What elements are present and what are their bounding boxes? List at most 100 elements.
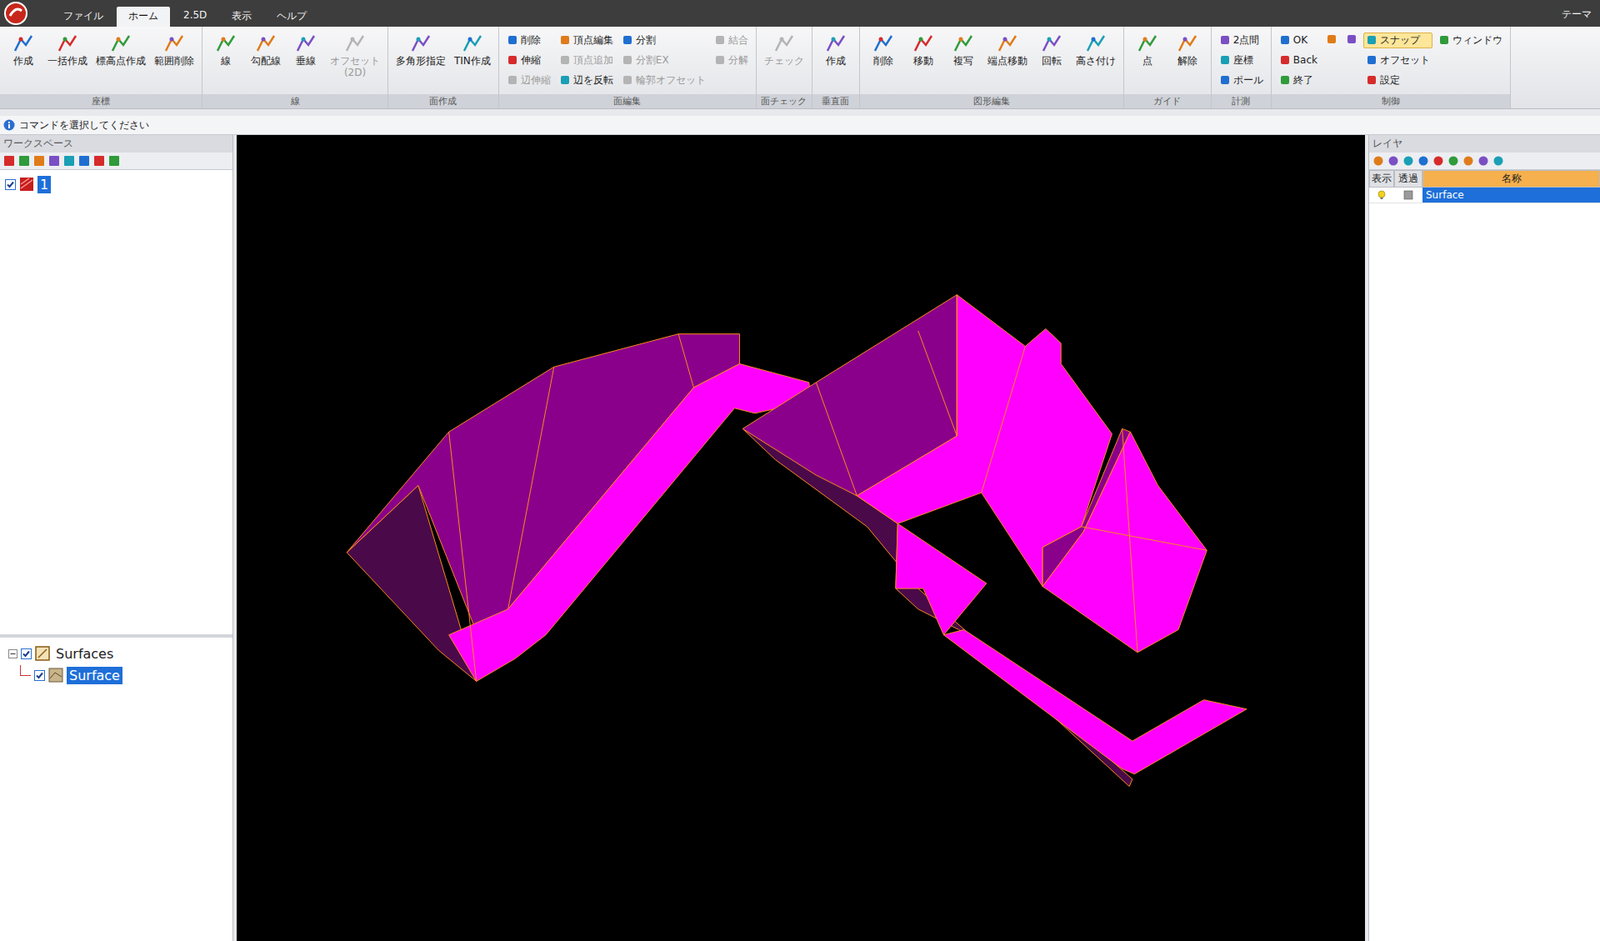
tool-icon	[912, 32, 935, 55]
ribbon-tool[interactable]: 削除	[865, 30, 902, 69]
ribbon-tool[interactable]: 一括作成	[45, 30, 90, 69]
ribbon-tool[interactable]: 設定	[1363, 72, 1433, 89]
toolbar-icon[interactable]	[108, 155, 120, 167]
ribbon-tool[interactable]	[1323, 32, 1340, 46]
tool-icon	[1325, 33, 1338, 45]
ribbon-tool[interactable]: チェック	[761, 30, 807, 69]
ribbon-tool[interactable]: ポール	[1216, 72, 1266, 89]
workspace-panel: ワークスペース1SurfacesSurface	[0, 135, 234, 941]
ribbon-tool[interactable]: 作成	[817, 30, 855, 69]
ribbon-tool[interactable]: 辺を反転	[556, 72, 616, 89]
ribbon-tool[interactable]: 辺伸縮	[504, 72, 554, 89]
3d-viewport[interactable]	[236, 135, 1365, 941]
ribbon-tool[interactable]: Back	[1276, 53, 1320, 67]
toolbar-icon[interactable]	[1387, 155, 1400, 167]
tool-icon	[714, 54, 726, 66]
transparency-icon[interactable]	[1403, 190, 1414, 200]
ribbon-group: 点解除ガイド	[1124, 26, 1212, 109]
toolbar-icon[interactable]	[3, 155, 15, 167]
ribbon-tool[interactable]: 作成	[5, 30, 42, 69]
tin-edge	[508, 366, 555, 610]
ribbon-tool[interactable]: 削除	[504, 32, 554, 49]
ribbon-tool[interactable]: 回転	[1033, 30, 1070, 69]
ribbon-tool[interactable]: 終了	[1276, 72, 1320, 89]
checkbox-icon[interactable]	[34, 670, 45, 681]
ribbon-tool[interactable]: 複写	[945, 30, 982, 69]
ribbon-tool[interactable]: 結合	[711, 32, 751, 49]
tree-node[interactable]: Surface	[8, 664, 225, 686]
menu-tab[interactable]: ヘルプ	[265, 6, 319, 27]
group-label: 線	[202, 94, 388, 109]
workspace-item[interactable]: 1	[5, 173, 228, 195]
ribbon-tool[interactable]: 頂点編集	[556, 32, 616, 49]
tool-icon	[1365, 34, 1378, 46]
info-icon	[3, 119, 15, 131]
checkbox-icon[interactable]	[5, 179, 16, 190]
menu-bar: ファイルホーム2.5D表示ヘルプ テーマ	[0, 0, 1600, 27]
toolbar-icon[interactable]	[78, 155, 90, 167]
ribbon-tool[interactable]: 多角形指定	[393, 30, 449, 69]
tool-icon	[295, 32, 317, 55]
surface-icon	[48, 667, 64, 683]
toolbar-icon[interactable]	[1477, 155, 1490, 167]
ribbon-tool[interactable]: オフセット	[1363, 52, 1433, 69]
toolbar-icon[interactable]	[18, 155, 30, 167]
ribbon-tool[interactable]: OK	[1276, 33, 1320, 47]
ribbon-tool[interactable]: 解除	[1169, 30, 1206, 69]
ribbon-tool[interactable]: TIN作成	[451, 30, 494, 69]
ribbon-tool[interactable]	[1343, 32, 1360, 46]
ribbon-tool[interactable]: 端点移動	[985, 30, 1030, 69]
ribbon-tool[interactable]: 点	[1129, 30, 1166, 69]
toolbar-icon[interactable]	[1432, 155, 1445, 167]
toolbar-icon[interactable]	[1492, 155, 1505, 167]
ribbon-tool[interactable]: スナップ	[1363, 32, 1433, 49]
menu-tab[interactable]: ホーム	[116, 6, 170, 27]
tree-node[interactable]: Surfaces	[8, 642, 225, 665]
app-logo-icon[interactable]	[3, 0, 29, 26]
column-header[interactable]: 透過	[1394, 170, 1423, 188]
ribbon-tool[interactable]: 線	[207, 30, 245, 69]
layer-toolbar	[1369, 152, 1600, 170]
expand-icon[interactable]	[8, 649, 18, 659]
tool-icon	[714, 34, 726, 46]
toolbar-icon[interactable]	[48, 155, 60, 167]
menu-tab[interactable]: ファイル	[51, 6, 115, 27]
workspace-toolbar	[0, 152, 233, 170]
column-header[interactable]: 表示	[1369, 170, 1395, 188]
ribbon-tool[interactable]: 高さ付け	[1073, 30, 1119, 69]
checkbox-icon[interactable]	[20, 648, 32, 660]
tool-icon	[1219, 34, 1231, 46]
toolbar-icon[interactable]	[1372, 155, 1385, 167]
ribbon-tool[interactable]: 座標	[1216, 52, 1266, 69]
toolbar-icon[interactable]	[93, 155, 105, 167]
lightbulb-icon[interactable]	[1376, 190, 1387, 200]
ribbon-tool[interactable]: ウィンドウ	[1435, 32, 1505, 49]
ribbon-tool[interactable]: 標高点作成	[93, 30, 149, 69]
tool-icon	[410, 32, 432, 55]
ribbon-tool[interactable]: 伸縮	[504, 52, 554, 69]
theme-menu[interactable]: テーマ	[1553, 7, 1600, 27]
ribbon-tool[interactable]: 輪郭オフセット	[619, 72, 709, 89]
toolbar-icon[interactable]	[1447, 155, 1460, 167]
ribbon-tool[interactable]: 2点間	[1216, 32, 1266, 49]
ribbon-tool[interactable]: 分解	[711, 52, 751, 69]
ribbon-tool[interactable]: 移動	[905, 30, 942, 69]
ribbon-tool[interactable]: 分割	[619, 32, 709, 49]
toolbar-icon[interactable]	[63, 155, 75, 167]
ribbon-tool[interactable]: 垂線	[287, 30, 325, 69]
toolbar-icon[interactable]	[1402, 155, 1415, 167]
toolbar-icon[interactable]	[1462, 155, 1475, 167]
ribbon-tool[interactable]: 範囲削除	[151, 30, 197, 69]
ribbon-tool[interactable]: 分割EX	[619, 52, 709, 69]
ribbon-tool[interactable]: 勾配線	[247, 30, 285, 69]
column-header[interactable]: 名称	[1422, 170, 1600, 188]
toolbar-icon[interactable]	[1417, 155, 1430, 167]
layer-row[interactable]: Surface	[1369, 187, 1600, 204]
group-label: 図形編集	[860, 94, 1124, 109]
ribbon-tool[interactable]: オフセット(2D)	[327, 30, 383, 80]
ribbon-tool[interactable]: 頂点追加	[556, 52, 616, 69]
menu-tab[interactable]: 表示	[220, 6, 264, 27]
toolbar-icon[interactable]	[33, 155, 45, 167]
ribbon-group: 作成一括作成標高点作成範囲削除座標	[0, 26, 203, 109]
menu-tab[interactable]: 2.5D	[171, 6, 219, 27]
